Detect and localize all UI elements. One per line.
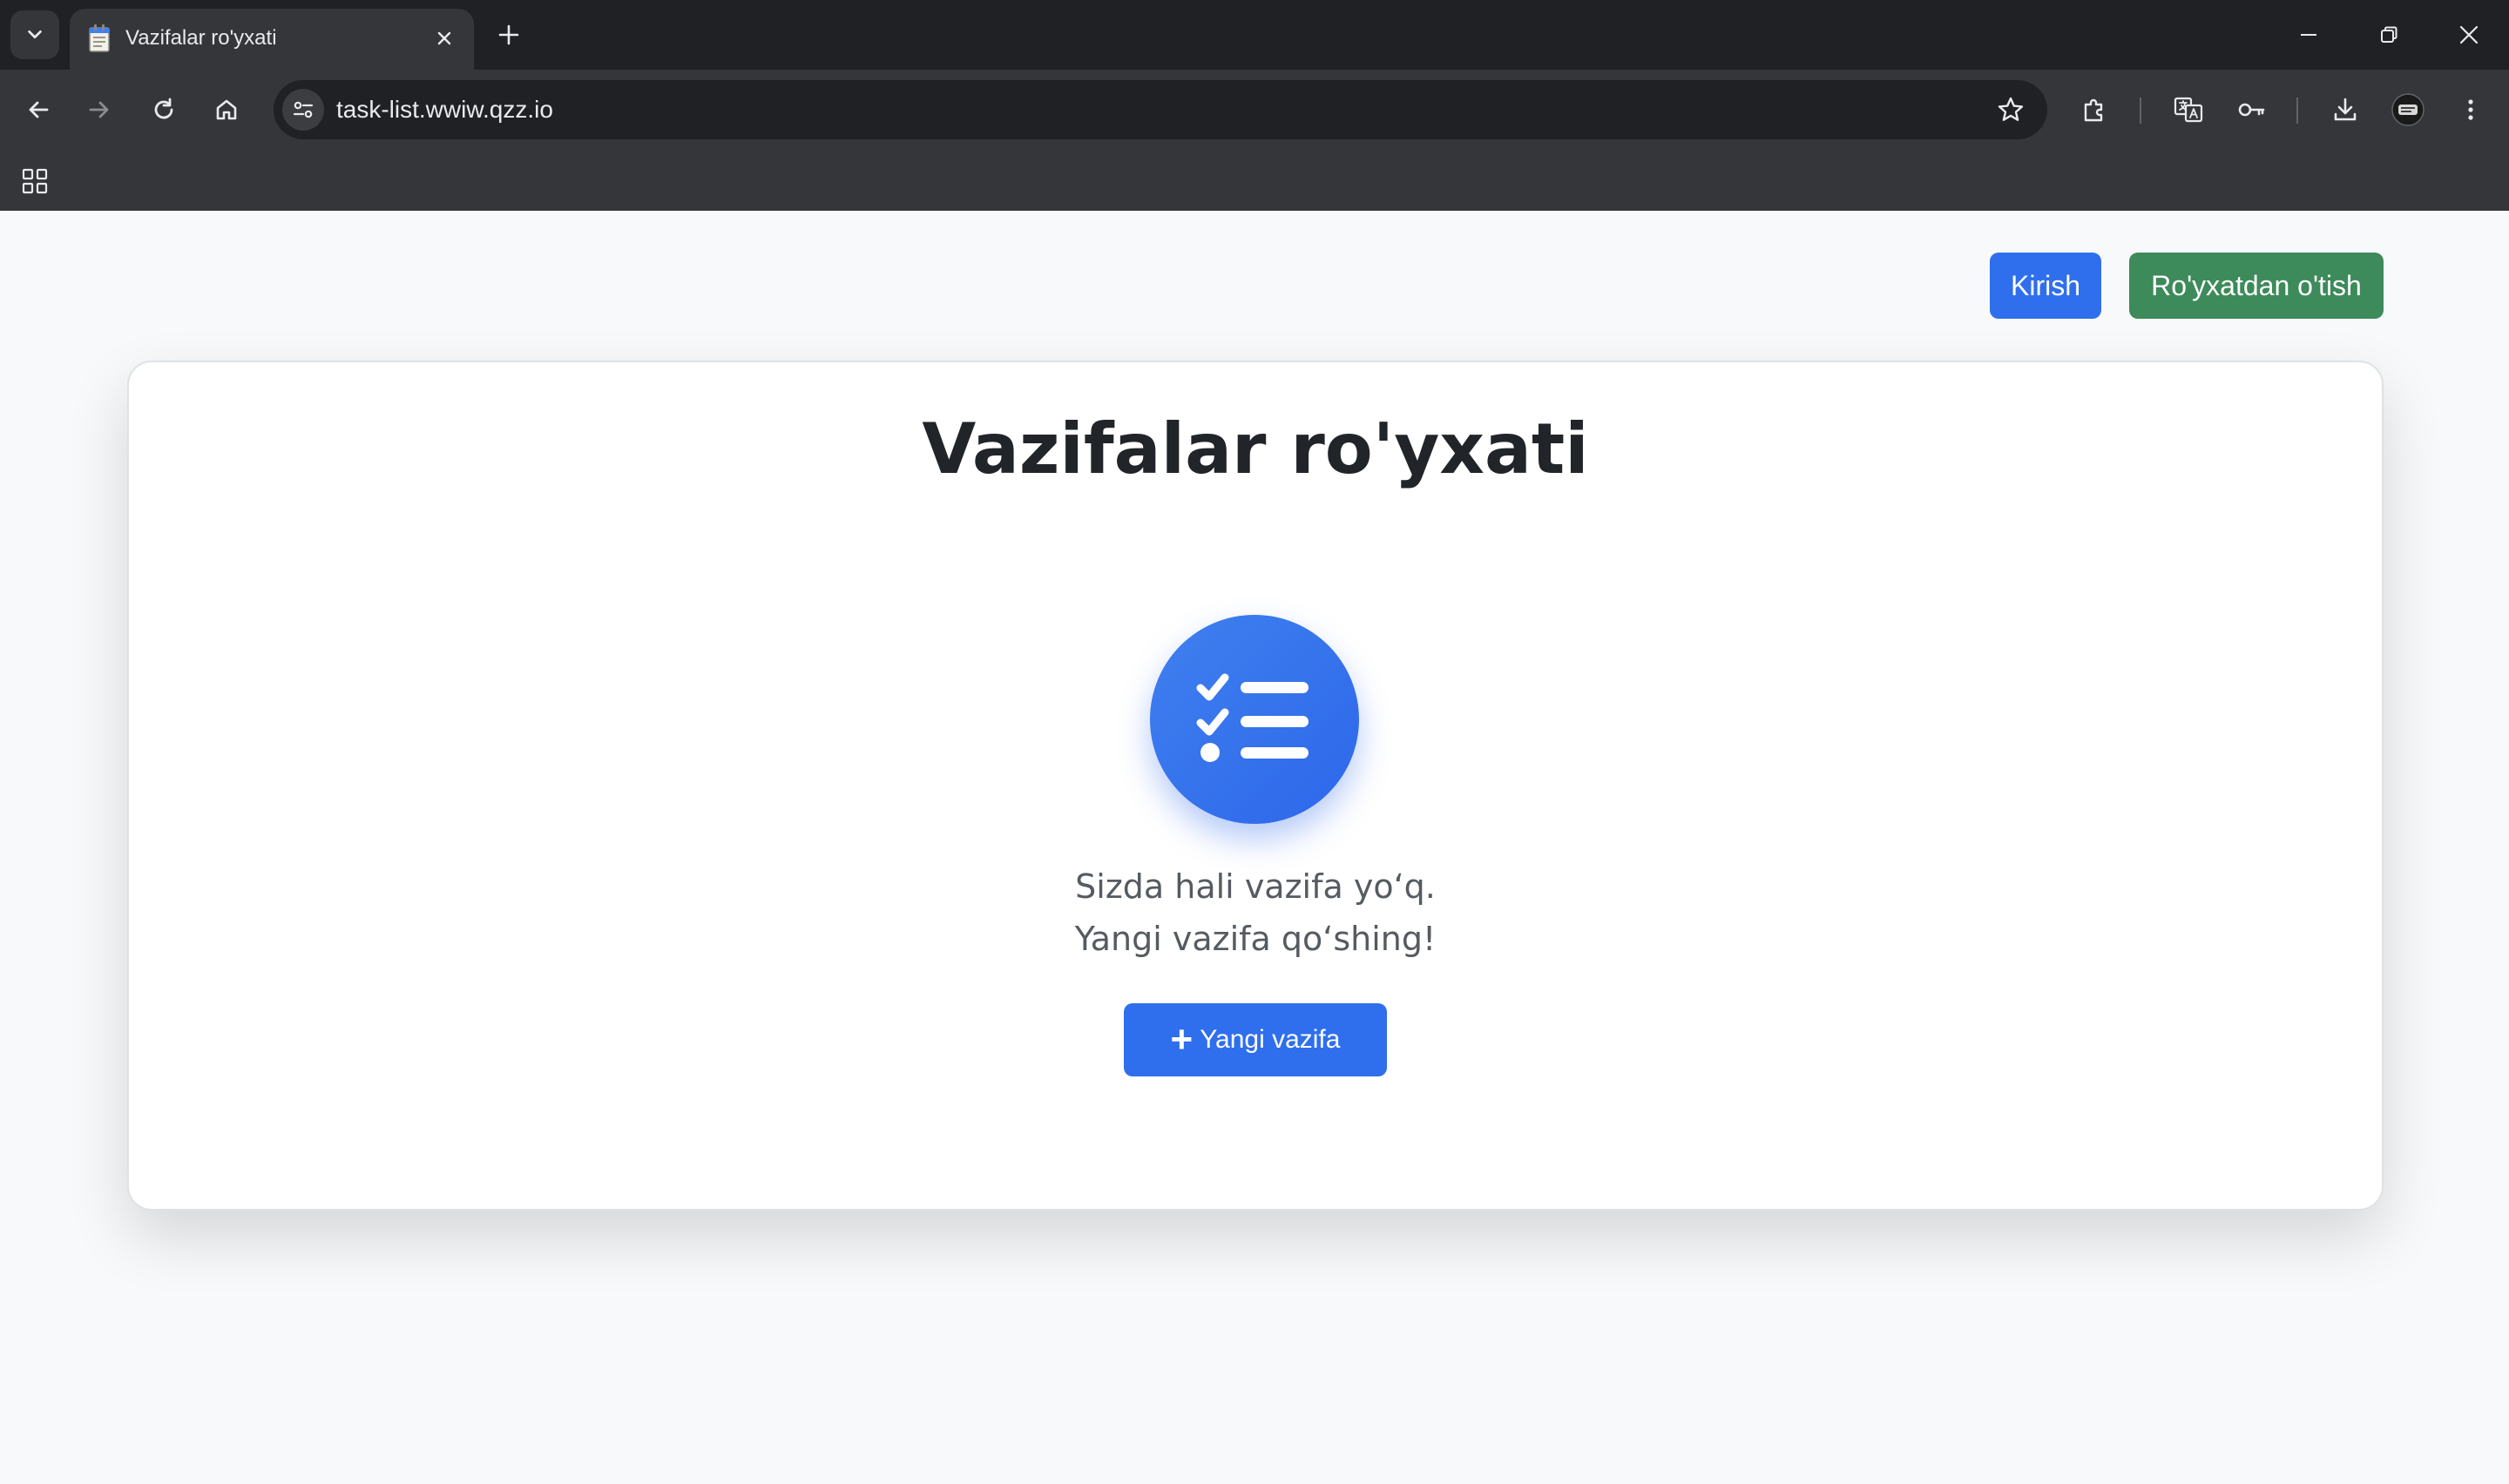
task-list-card: Vazifalar ro'yxati Sizda hali vazifa yo‘…	[127, 361, 2384, 1211]
task-list-icon	[1150, 615, 1359, 824]
bookmarks-bar	[0, 150, 2509, 211]
minimize-button[interactable]	[2269, 0, 2349, 70]
tab-close-button[interactable]	[427, 21, 462, 56]
restore-icon	[2381, 26, 2397, 43]
restore-button[interactable]	[2349, 0, 2429, 70]
more-vertical-icon	[2468, 99, 2473, 120]
plus-icon: +	[1170, 1018, 1194, 1061]
translate-button[interactable]	[2166, 87, 2211, 132]
browser-tabstrip: Vazifalar ro'yxati	[0, 0, 2509, 70]
register-button[interactable]: Ro'yxatdan o'tish	[2129, 253, 2384, 319]
browser-toolbar: task-list.wwiw.qzz.io	[0, 70, 2509, 150]
profile-button[interactable]	[2385, 87, 2431, 132]
login-button[interactable]: Kirish	[1990, 253, 2101, 319]
browser-menu-button[interactable]	[2448, 87, 2493, 132]
back-button[interactable]	[16, 87, 61, 132]
empty-state-message: Sizda hali vazifa yo‘q.	[1075, 867, 1436, 906]
minimize-icon	[2301, 34, 2316, 36]
close-icon	[2459, 25, 2479, 44]
reload-icon	[154, 98, 173, 119]
puzzle-icon	[2084, 98, 2103, 122]
extensions-button[interactable]	[2072, 87, 2117, 132]
address-bar[interactable]: task-list.wwiw.qzz.io	[274, 80, 2047, 139]
home-icon	[216, 99, 237, 120]
site-info-button[interactable]	[282, 89, 324, 131]
arrow-left-icon	[29, 101, 49, 118]
toolbar-separator	[2140, 98, 2141, 124]
checklist-icon	[1196, 673, 1309, 762]
reload-button[interactable]	[141, 87, 186, 132]
browser-tab-active[interactable]: Vazifalar ro'yxati	[70, 9, 474, 70]
empty-state-hint: Yangi vazifa qo‘shing!	[1074, 920, 1437, 958]
add-task-label: Yangi vazifa	[1200, 1025, 1341, 1054]
password-manager-button[interactable]	[2228, 87, 2274, 132]
close-window-button[interactable]	[2429, 0, 2509, 70]
close-icon	[437, 31, 451, 45]
toolbar-separator	[2296, 98, 2298, 124]
tab-search-button[interactable]	[10, 10, 59, 59]
apps-button[interactable]	[16, 162, 54, 200]
bookmark-star-button[interactable]	[1992, 91, 2030, 129]
forward-button[interactable]	[77, 87, 122, 132]
avatar-icon	[2391, 93, 2424, 126]
page-title: Vazifalar ro'yxati	[922, 408, 1589, 489]
new-tab-button[interactable]	[488, 14, 530, 56]
download-icon	[2334, 98, 2357, 121]
star-icon	[1998, 97, 2024, 121]
downloads-button[interactable]	[2323, 87, 2368, 132]
apps-grid-icon	[22, 168, 48, 194]
tune-icon	[293, 101, 314, 118]
add-task-button[interactable]: + Yangi vazifa	[1124, 1003, 1387, 1076]
home-button[interactable]	[204, 87, 249, 132]
notepad-favicon-icon	[89, 24, 110, 52]
tab-title: Vazifalar ro'yxati	[125, 26, 277, 50]
plus-icon	[498, 24, 519, 45]
arrow-right-icon	[89, 101, 109, 118]
translate-icon	[2174, 97, 2203, 123]
key-icon	[2238, 103, 2265, 117]
chevron-down-icon	[28, 30, 42, 39]
address-bar-url: task-list.wwiw.qzz.io	[336, 96, 553, 123]
page-viewport: Kirish Ro'yxatdan o'tish Vazifalar ro'yx…	[0, 211, 2509, 1484]
